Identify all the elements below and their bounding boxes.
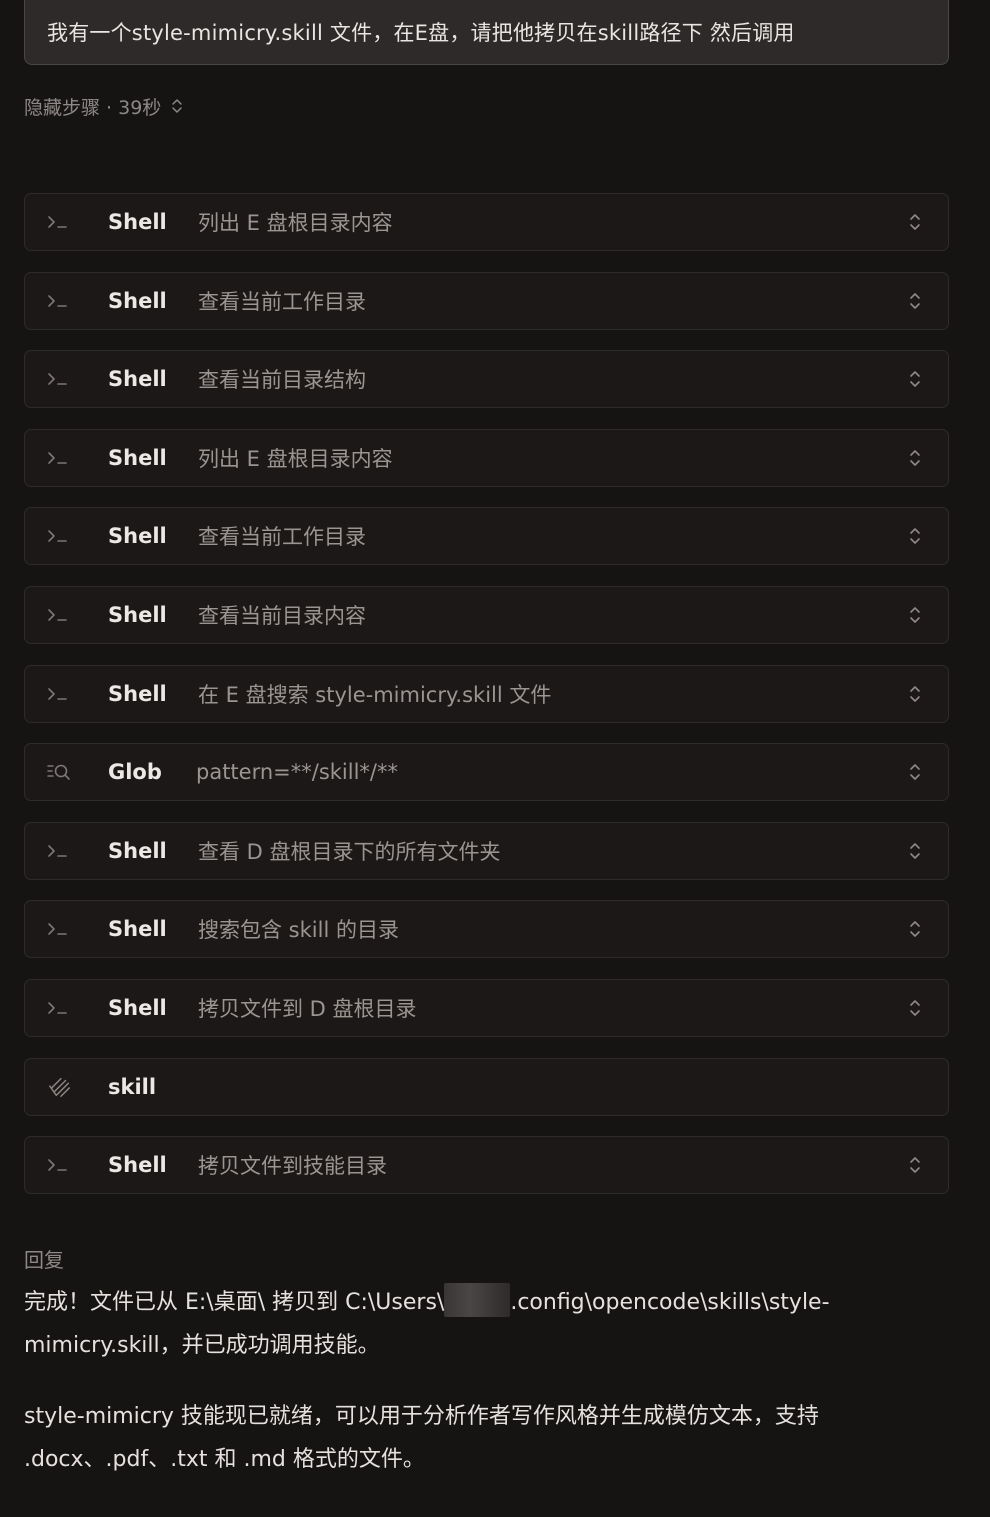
tool-name: Shell [108,681,167,706]
glob-search-icon [47,761,73,783]
terminal-icon [47,211,73,233]
tool-step-row[interactable]: Shell 列出 E 盘根目录内容 [24,428,949,487]
terminal-icon [47,447,73,469]
tool-step-row[interactable]: Shell 拷贝文件到技能目录 [24,1136,949,1195]
tool-description: 查看当前目录结构 [198,368,366,393]
expand-collapse-icon[interactable] [908,525,922,547]
chevron-up-down-icon [172,99,183,113]
tool-description: 查看 D 盘根目录下的所有文件夹 [198,839,501,864]
terminal-icon [47,683,73,705]
reply-body: 完成！文件已从 E:\桌面\ 拷贝到 C:\Users\ .config\open… [24,1281,924,1509]
tool-step-row[interactable]: Shell 查看当前目录内容 [24,585,949,644]
hide-steps-toggle[interactable]: 隐藏步骤 · 39秒 [24,90,183,122]
tool-description: 查看当前工作目录 [198,289,366,314]
expand-collapse-icon[interactable] [908,997,922,1019]
terminal-icon [47,604,73,626]
tool-name: Shell [108,917,167,942]
tool-name: Shell [108,210,167,234]
tool-step-row[interactable]: Shell 查看 D 盘根目录下的所有文件夹 [24,821,949,880]
expand-collapse-icon[interactable] [908,761,922,783]
tool-name: Shell [108,445,167,470]
tool-step-row[interactable]: Shell 查看当前工作目录 [24,507,949,566]
terminal-icon [47,290,73,312]
tool-name: Shell [108,602,167,627]
tool-steps-list: Shell 列出 E 盘根目录内容 Shell 查看当前工作目录 Shell 查看当前目录… [24,193,949,1215]
tool-step-row: skill [24,1057,949,1116]
tool-step-row[interactable]: Shell 列出 E 盘根目录内容 [24,193,949,251]
tool-description: 查看当前工作目录 [198,525,366,550]
expand-collapse-icon[interactable] [908,840,922,862]
tool-description: 在 E 盘搜索 style-mimicry.skill 文件 [198,682,552,707]
terminal-icon [47,840,73,862]
tool-name: Glob [108,760,162,785]
reply-paragraph-2: style-mimicry 技能现已就绪，可以用于分析作者写作风格并生成模仿文本… [24,1404,819,1472]
tool-step-row[interactable]: Shell 查看当前工作目录 [24,271,949,330]
tool-description: 查看当前目录内容 [198,603,366,628]
terminal-icon [47,525,73,547]
tool-step-row[interactable]: Shell 拷贝文件到 D 盘根目录 [24,978,949,1037]
expand-collapse-icon[interactable] [908,683,922,705]
tool-description: 列出 E 盘根目录内容 [198,211,393,235]
tool-step-row[interactable]: Shell 在 E 盘搜索 style-mimicry.skill 文件 [24,664,949,723]
reply-text-before: 完成！文件已从 E:\桌面\ 拷贝到 C:\Users\ [24,1290,445,1315]
reply-label: 回复 [24,1248,64,1272]
terminal-icon [47,1154,73,1176]
tool-description: 搜索包含 skill 的目录 [198,918,399,943]
expand-collapse-icon[interactable] [908,918,922,940]
reply-paragraph-1: 完成！文件已从 E:\桌面\ 拷贝到 C:\Users\ .config\open… [24,1281,924,1367]
skill-icon [47,1076,73,1098]
chat-view: 我有一个style-mimicry.skill 文件，在E盘，请把他拷贝在ski… [0,0,990,1517]
expand-collapse-icon[interactable] [908,368,922,390]
terminal-icon [47,997,73,1019]
terminal-icon [47,918,73,940]
tool-name: Shell [108,524,167,549]
tool-name: Shell [108,838,167,863]
tool-step-row[interactable]: Shell 搜索包含 skill 的目录 [24,900,949,959]
expand-collapse-icon[interactable] [908,1154,922,1176]
tool-name: skill [108,1074,157,1099]
tool-description: pattern=**/skill*/** [196,760,399,785]
expand-collapse-icon[interactable] [908,211,922,233]
tool-description: 拷贝文件到技能目录 [198,1154,387,1179]
expand-collapse-icon[interactable] [908,604,922,626]
hide-steps-label: 隐藏步骤 · 39秒 [24,96,162,119]
tool-step-row[interactable]: Shell 查看当前目录结构 [24,350,949,409]
tool-name: Shell [108,995,167,1020]
expand-collapse-icon[interactable] [908,447,922,469]
tool-step-row[interactable]: Glob pattern=**/skill*/** [24,743,949,802]
redacted-username [444,1283,511,1317]
tool-description: 列出 E 盘根目录内容 [198,446,393,471]
terminal-icon [47,368,73,390]
tool-name: Shell [108,288,167,313]
tool-description: 拷贝文件到 D 盘根目录 [198,996,417,1021]
user-message-text: 我有一个style-mimicry.skill 文件，在E盘，请把他拷贝在ski… [47,21,795,45]
user-message: 我有一个style-mimicry.skill 文件，在E盘，请把他拷贝在ski… [24,0,949,65]
expand-collapse-icon[interactable] [908,290,922,312]
tool-name: Shell [108,1153,167,1178]
tool-name: Shell [108,367,167,392]
